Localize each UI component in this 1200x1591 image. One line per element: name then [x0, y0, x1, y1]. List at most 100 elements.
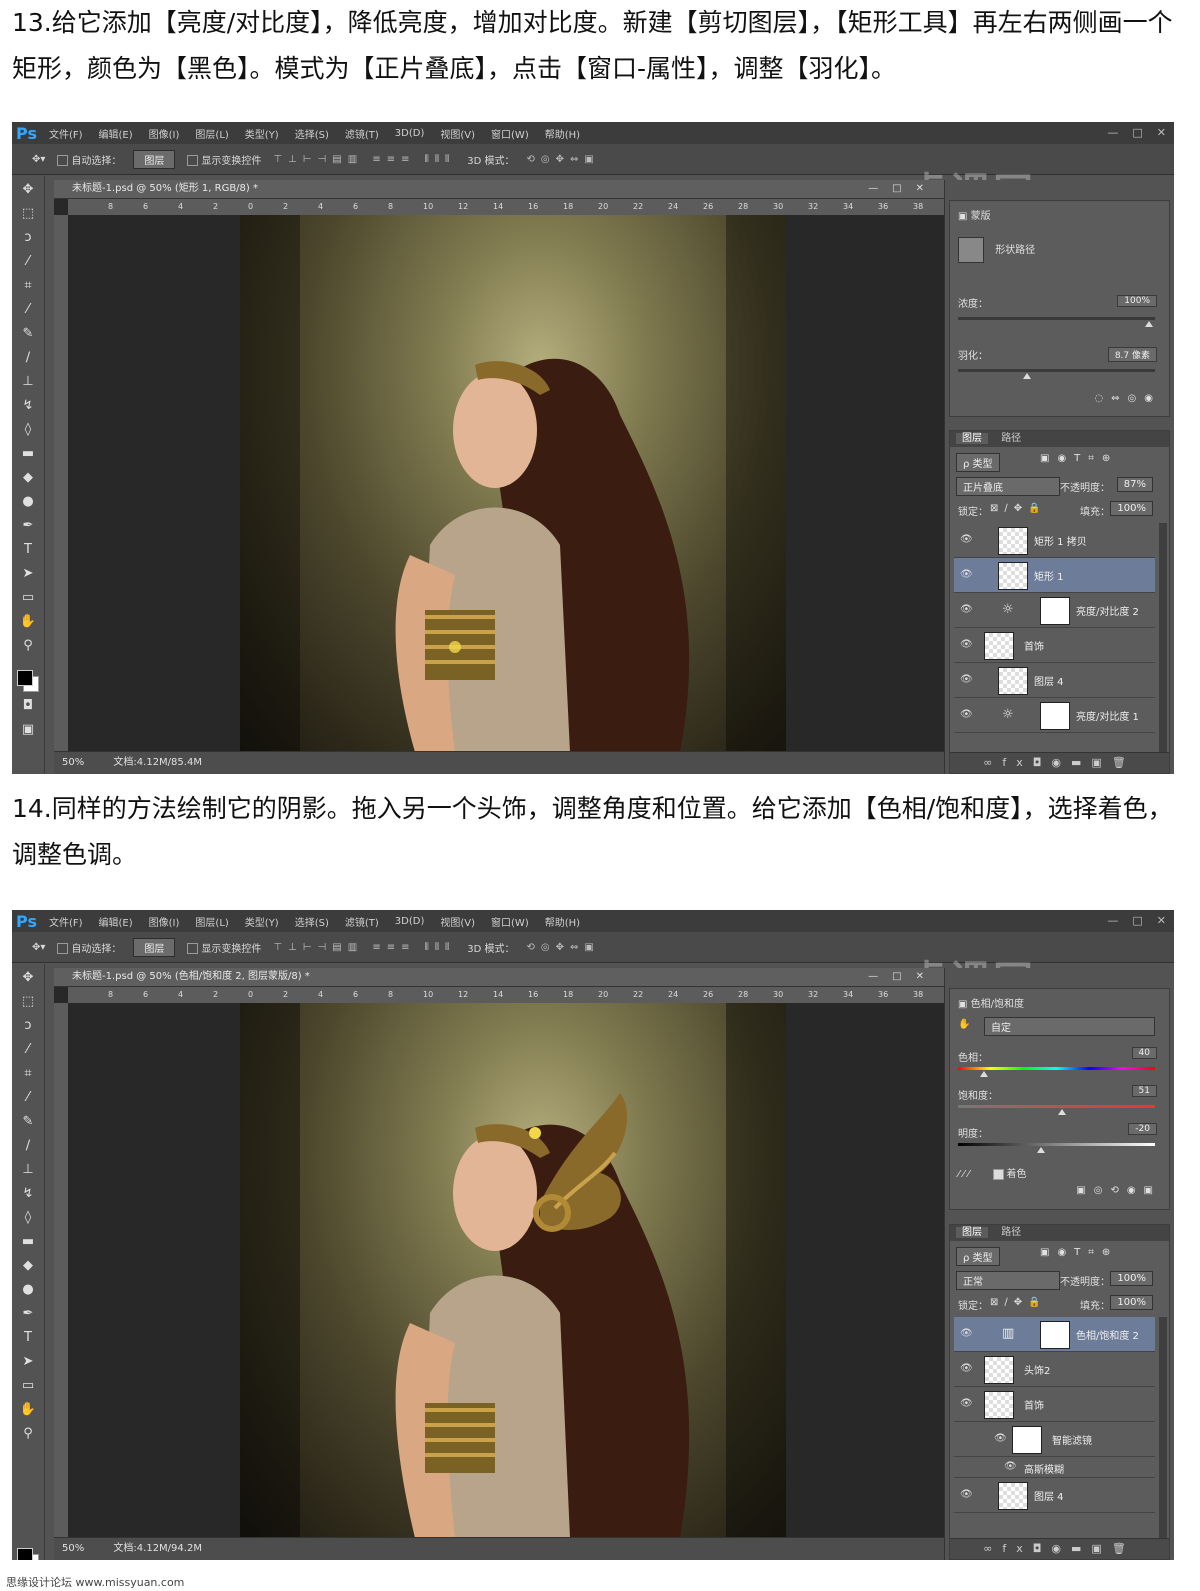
- menu-layer[interactable]: 图层(L): [195, 914, 228, 929]
- brush-tool-icon[interactable]: ∕: [16, 348, 40, 368]
- move-tool-icon[interactable]: ✥▾: [32, 154, 45, 165]
- colorize-checkbox[interactable]: [992, 1168, 1004, 1180]
- menu-window[interactable]: 窗口(W): [491, 914, 529, 929]
- menu-file[interactable]: 文件(F): [49, 126, 83, 141]
- stamp-tool-icon[interactable]: ⊥: [16, 1160, 40, 1180]
- crop-tool-icon[interactable]: ⌗: [16, 1064, 40, 1084]
- layer-row[interactable]: 👁 图层 4: [954, 1478, 1155, 1513]
- visibility-eye-icon[interactable]: 👁: [960, 709, 973, 720]
- layer-row[interactable]: 👁 智能滤镜: [954, 1422, 1155, 1457]
- menu-3d[interactable]: 3D(D): [395, 916, 425, 927]
- layer-row-selected[interactable]: 👁 ▥ 色相/饱和度 2: [954, 1317, 1155, 1352]
- minimize-button[interactable]: —: [1107, 126, 1118, 139]
- menu-view[interactable]: 视图(V): [440, 914, 475, 929]
- saturation-slider-handle[interactable]: [1058, 1109, 1067, 1115]
- layer-filter-icons[interactable]: ▣◉T⌗⊕: [1040, 1247, 1161, 1258]
- opacity-input[interactable]: 100%: [1110, 1271, 1153, 1286]
- shape-tool-icon[interactable]: ▭: [16, 588, 40, 608]
- eraser-tool-icon[interactable]: ◊: [16, 420, 40, 440]
- foreground-color-swatch[interactable]: [17, 670, 33, 686]
- hue-slider-handle[interactable]: [979, 1071, 988, 1077]
- type-tool-icon[interactable]: T: [16, 540, 40, 560]
- mask-thumbnail[interactable]: [958, 237, 984, 263]
- history-brush-icon[interactable]: ↯: [16, 396, 40, 416]
- eyedropper-icons[interactable]: ⁄ ⁄ ⁄: [958, 1169, 973, 1180]
- canvas-artwork[interactable]: [240, 1003, 786, 1538]
- hand-tool-icon[interactable]: ✋: [16, 612, 40, 632]
- hand-tool-icon[interactable]: ✋: [16, 1400, 40, 1420]
- saturation-slider[interactable]: [958, 1105, 1155, 1115]
- document-tab[interactable]: 未标题-1.psd @ 50% (色相/饱和度 2, 图层蒙版/8) * —□✕: [54, 968, 944, 987]
- density-input[interactable]: 100%: [1117, 295, 1157, 307]
- visibility-eye-icon[interactable]: 👁: [960, 534, 973, 545]
- document-tab[interactable]: 未标题-1.psd @ 50% (矩形 1, RGB/8) * —□✕: [54, 180, 944, 199]
- marquee-tool-icon[interactable]: ⬚: [16, 204, 40, 224]
- crop-tool-icon[interactable]: ⌗: [16, 276, 40, 296]
- density-slider-handle[interactable]: [1145, 321, 1154, 327]
- stamp-tool-icon[interactable]: ⊥: [16, 372, 40, 392]
- auto-select-checkbox[interactable]: [57, 943, 69, 954]
- layer-row[interactable]: 👁 ☼ 亮度/对比度 1: [954, 698, 1155, 733]
- auto-select-dropdown[interactable]: 图层: [133, 149, 176, 169]
- eyedropper-tool-icon[interactable]: ⁄: [16, 1088, 40, 1108]
- opacity-input[interactable]: 87%: [1116, 477, 1153, 492]
- quick-select-tool-icon[interactable]: ⁄: [16, 252, 40, 272]
- visibility-eye-icon[interactable]: 👁: [994, 1433, 1007, 1444]
- menu-view[interactable]: 视图(V): [440, 126, 475, 141]
- shape-tool-icon[interactable]: ▭: [16, 1376, 40, 1396]
- feather-slider-handle[interactable]: [1023, 373, 1031, 379]
- hue-input[interactable]: 40: [1131, 1047, 1157, 1059]
- gradient-tool-icon[interactable]: ▬: [16, 444, 40, 464]
- lasso-tool-icon[interactable]: ↄ: [16, 228, 40, 248]
- menu-window[interactable]: 窗口(W): [491, 126, 529, 141]
- menu-edit[interactable]: 编辑(E): [99, 914, 133, 929]
- healing-tool-icon[interactable]: ✎: [16, 324, 40, 344]
- maximize-button[interactable]: □: [1132, 914, 1142, 927]
- layer-row[interactable]: 👁 ☼ 亮度/对比度 2: [954, 593, 1155, 628]
- tab-paths[interactable]: 路径: [1001, 433, 1021, 444]
- blend-mode-dropdown[interactable]: 正常: [956, 1271, 1060, 1290]
- maximize-button[interactable]: □: [1132, 126, 1142, 139]
- feather-input[interactable]: 8.7 像素: [1107, 347, 1157, 362]
- layers-scrollbar[interactable]: [1159, 1317, 1167, 1539]
- layer-row[interactable]: 👁 头饰2: [954, 1352, 1155, 1387]
- menu-edit[interactable]: 编辑(E): [99, 126, 133, 141]
- layers-footer-icons[interactable]: ∞fx◘◉▬▣🗑: [950, 752, 1169, 773]
- minimize-button[interactable]: —: [1107, 914, 1118, 927]
- zoom-level[interactable]: 50%: [62, 1543, 84, 1554]
- menu-layer[interactable]: 图层(L): [195, 126, 228, 141]
- blur-tool-icon[interactable]: ◆: [16, 1256, 40, 1276]
- lasso-tool-icon[interactable]: ↄ: [16, 1016, 40, 1036]
- layer-row[interactable]: 👁 首饰: [954, 1387, 1155, 1422]
- visibility-eye-icon[interactable]: 👁: [960, 1398, 973, 1409]
- quick-select-tool-icon[interactable]: ⁄: [16, 1040, 40, 1060]
- path-select-tool-icon[interactable]: ➤: [16, 1352, 40, 1372]
- pen-tool-icon[interactable]: ✒: [16, 1304, 40, 1324]
- marquee-tool-icon[interactable]: ⬚: [16, 992, 40, 1012]
- type-tool-icon[interactable]: T: [16, 1328, 40, 1348]
- density-slider[interactable]: [958, 317, 1155, 327]
- zoom-level[interactable]: 50%: [62, 757, 84, 768]
- foreground-color-swatch[interactable]: [17, 1548, 33, 1560]
- menu-file[interactable]: 文件(F): [49, 914, 83, 929]
- pen-tool-icon[interactable]: ✒: [16, 516, 40, 536]
- screen-mode-icon[interactable]: ▣: [16, 720, 40, 740]
- dodge-tool-icon[interactable]: ●: [16, 1280, 40, 1300]
- move-tool-icon[interactable]: ✥▾: [32, 942, 45, 953]
- tab-paths[interactable]: 路径: [1001, 1227, 1021, 1238]
- document-window-controls[interactable]: —□✕: [868, 968, 938, 986]
- layer-row[interactable]: 👁 高斯模糊: [954, 1457, 1155, 1478]
- menu-filter[interactable]: 滤镜(T): [345, 126, 379, 141]
- blur-tool-icon[interactable]: ◆: [16, 468, 40, 488]
- visibility-eye-icon[interactable]: 👁: [960, 674, 973, 685]
- move-tool-icon[interactable]: ✥: [16, 968, 40, 988]
- layer-filter-icons[interactable]: ▣◉T⌗⊕: [1040, 453, 1161, 464]
- canvas-artwork[interactable]: [240, 215, 786, 752]
- layer-row[interactable]: 👁 图层 4: [954, 663, 1155, 698]
- tab-layers[interactable]: 图层: [956, 433, 988, 444]
- show-transform-checkbox[interactable]: [187, 155, 199, 166]
- eraser-tool-icon[interactable]: ◊: [16, 1208, 40, 1228]
- menu-help[interactable]: 帮助(H): [545, 126, 580, 141]
- menu-image[interactable]: 图像(I): [149, 914, 180, 929]
- menu-type[interactable]: 类型(Y): [245, 914, 279, 929]
